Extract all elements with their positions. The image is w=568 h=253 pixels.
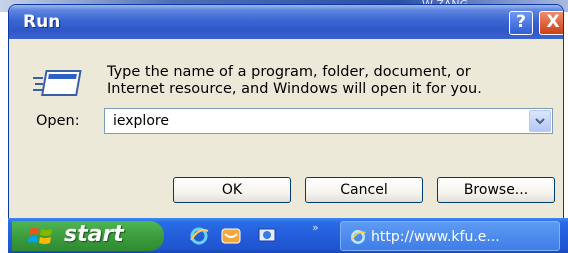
browse-button[interactable]: Browse... (437, 177, 555, 203)
open-input-value[interactable]: iexplore (113, 113, 169, 129)
open-combobox[interactable]: iexplore (104, 108, 553, 134)
run-prompt: Type the name of a program, folder, docu… (107, 64, 482, 98)
prompt-line-1: Type the name of a program, folder, docu… (107, 64, 471, 80)
help-button[interactable]: ? (509, 11, 533, 35)
run-program-icon (33, 70, 82, 96)
start-button[interactable]: start (12, 221, 164, 251)
outlook-express-icon[interactable] (220, 225, 242, 247)
title-bar[interactable]: Run ? X (9, 5, 563, 39)
left-edge (0, 218, 8, 253)
prompt-line-2: Internet resource, and Windows will open… (107, 81, 482, 97)
dropdown-button[interactable] (529, 110, 551, 132)
open-label: Open: (36, 113, 80, 129)
start-label: start (64, 222, 124, 247)
taskbar-item-label: http://www.kfu.e... (371, 229, 500, 245)
dialog-title: Run (23, 12, 61, 32)
internet-explorer-icon[interactable] (188, 225, 210, 247)
windows-flag-icon (28, 228, 52, 244)
quicklaunch-chevron[interactable]: » (312, 221, 319, 234)
taskbar: start » http://www.kfu.e... (0, 218, 568, 253)
show-desktop-icon[interactable] (256, 225, 278, 247)
taskbar-item-browser[interactable]: http://www.kfu.e... (340, 221, 560, 251)
close-button[interactable]: X (539, 11, 563, 35)
ok-button[interactable]: OK (173, 177, 291, 203)
dropdown-arrow-icon (535, 118, 545, 125)
run-dialog: Run ? X Type the name of a program, fold… (8, 4, 564, 218)
internet-explorer-icon (350, 230, 366, 244)
cancel-button[interactable]: Cancel (305, 177, 423, 203)
